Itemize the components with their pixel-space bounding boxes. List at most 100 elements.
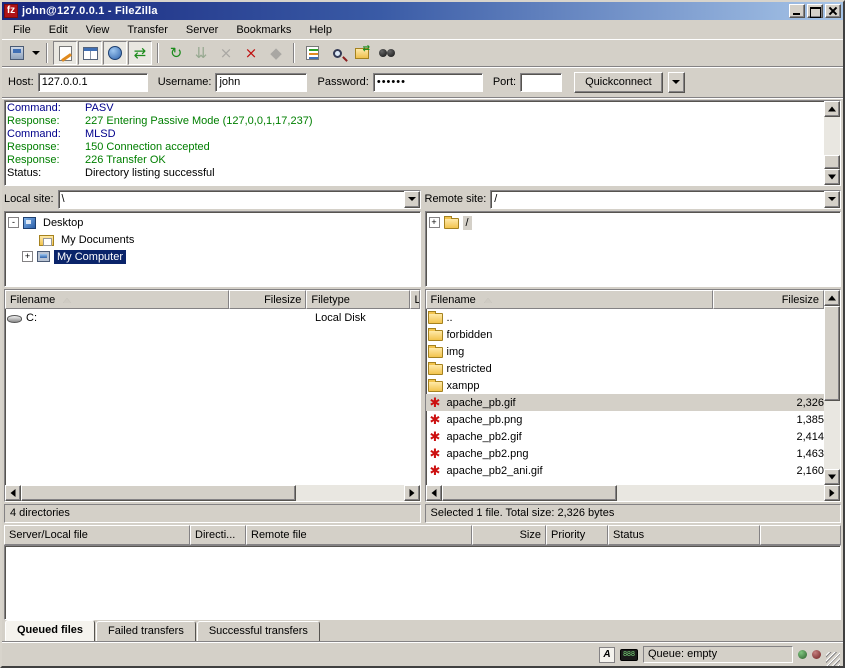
scroll-up-button[interactable]: [824, 290, 840, 306]
maximize-button[interactable]: [807, 4, 823, 18]
menu-view[interactable]: View: [77, 21, 119, 39]
log-scrollbar[interactable]: [824, 101, 840, 185]
username-label: Username:: [158, 76, 212, 88]
file-row[interactable]: ✱apache_pb2.gif2,414: [426, 428, 825, 445]
tree-item-root[interactable]: + /: [429, 214, 840, 231]
toolbar-separator: [293, 43, 295, 63]
tab-queued-files[interactable]: Queued files: [5, 620, 95, 642]
scroll-right-button[interactable]: [824, 485, 840, 501]
scroll-thumb[interactable]: [824, 306, 840, 401]
menu-bookmarks[interactable]: Bookmarks: [227, 21, 300, 39]
column-header-remote-file[interactable]: Remote file: [246, 525, 472, 545]
tree-item-my-documents[interactable]: My Documents: [24, 231, 419, 248]
toggle-message-log-button[interactable]: [53, 41, 77, 65]
titlebar[interactable]: fz john@127.0.0.1 - FileZilla: [2, 2, 843, 20]
password-input[interactable]: [373, 73, 483, 92]
queue-list-area[interactable]: [4, 545, 841, 620]
file-row-c-drive[interactable]: C: Local Disk: [5, 309, 420, 326]
speed-limit-icon[interactable]: 888: [620, 649, 638, 661]
tab-successful-transfers[interactable]: Successful transfers: [197, 621, 320, 642]
message-log: Command:PASV Response:227 Entering Passi…: [4, 100, 841, 186]
local-site-value: \: [59, 191, 404, 208]
disk-drive-icon: [7, 315, 22, 323]
chevron-down-icon[interactable]: [824, 191, 840, 208]
scroll-thumb[interactable]: [824, 155, 840, 169]
menu-transfer[interactable]: Transfer: [118, 21, 177, 39]
scroll-left-button[interactable]: [5, 485, 21, 501]
column-header-filesize[interactable]: Filesize: [713, 290, 825, 309]
scroll-right-button[interactable]: [404, 485, 420, 501]
host-input[interactable]: [38, 73, 148, 92]
password-label: Password:: [317, 76, 368, 88]
synchronized-browsing-button[interactable]: [375, 41, 399, 65]
column-header-status[interactable]: Status: [608, 525, 760, 545]
file-row-selected[interactable]: ✱apache_pb.gif2,326: [426, 394, 825, 411]
menu-help[interactable]: Help: [300, 21, 341, 39]
remote-site-combobox[interactable]: /: [490, 190, 841, 209]
scroll-thumb[interactable]: [21, 485, 296, 501]
site-manager-button[interactable]: [5, 41, 29, 65]
file-row[interactable]: ✱apache_pb.png1,385: [426, 411, 825, 428]
cancel-operation-button[interactable]: ×: [214, 41, 238, 65]
file-row[interactable]: ..: [426, 309, 825, 326]
file-row[interactable]: ✱apache_pb2_ani.gif2,160: [426, 462, 825, 479]
remote-horizontal-scrollbar[interactable]: [426, 485, 841, 501]
search-button[interactable]: [325, 41, 349, 65]
image-file-icon: ✱: [428, 430, 443, 443]
process-queue-icon: ⇊: [195, 46, 208, 61]
column-header-filesize[interactable]: Filesize: [229, 290, 306, 309]
toggle-queue-button[interactable]: ⇄: [128, 41, 152, 65]
file-row[interactable]: xampp: [426, 377, 825, 394]
scroll-down-button[interactable]: [824, 469, 840, 485]
file-row[interactable]: img: [426, 343, 825, 360]
tree-item-my-computer[interactable]: + My Computer: [22, 248, 419, 265]
username-input[interactable]: [215, 73, 307, 92]
file-row[interactable]: restricted: [426, 360, 825, 377]
column-header-size[interactable]: Size: [472, 525, 546, 545]
site-manager-dropdown[interactable]: [30, 42, 41, 64]
file-row[interactable]: forbidden: [426, 326, 825, 343]
column-header-filename[interactable]: Filename: [426, 290, 713, 309]
scroll-left-button[interactable]: [426, 485, 442, 501]
remote-vertical-scrollbar[interactable]: [824, 290, 840, 485]
expand-icon[interactable]: +: [22, 251, 33, 262]
column-header-server-local-file[interactable]: Server/Local file: [4, 525, 190, 545]
tab-failed-transfers[interactable]: Failed transfers: [96, 621, 196, 642]
local-horizontal-scrollbar[interactable]: [5, 485, 420, 501]
close-button[interactable]: [825, 4, 841, 18]
filter-button[interactable]: [300, 41, 324, 65]
scroll-thumb[interactable]: [442, 485, 618, 501]
quickconnect-button[interactable]: Quickconnect: [574, 72, 663, 93]
resize-grip[interactable]: [826, 652, 840, 666]
toggle-local-tree-button[interactable]: [78, 41, 102, 65]
column-header-filetype[interactable]: Filetype: [306, 290, 409, 309]
column-header-last-modified[interactable]: L: [410, 290, 420, 309]
refresh-button[interactable]: ↻: [164, 41, 188, 65]
directory-comparison-button[interactable]: [350, 41, 374, 65]
reconnect-button[interactable]: ◆: [264, 41, 288, 65]
menu-server[interactable]: Server: [177, 21, 227, 39]
tree-item-desktop[interactable]: - Desktop: [8, 214, 419, 231]
scroll-up-button[interactable]: [824, 101, 840, 117]
transfer-type-icon[interactable]: A: [599, 647, 615, 663]
file-row[interactable]: ✱apache_pb2.png1,463: [426, 445, 825, 462]
menu-file[interactable]: File: [4, 21, 40, 39]
column-header-priority[interactable]: Priority: [546, 525, 608, 545]
minimize-button[interactable]: [789, 4, 805, 18]
expand-icon[interactable]: +: [429, 217, 440, 228]
port-input[interactable]: [520, 73, 562, 92]
toggle-remote-tree-button[interactable]: [103, 41, 127, 65]
chevron-down-icon[interactable]: [404, 191, 420, 208]
collapse-icon[interactable]: -: [8, 217, 19, 228]
quickconnect-dropdown[interactable]: [668, 72, 685, 93]
local-site-combobox[interactable]: \: [58, 190, 421, 209]
remote-directory-tree: + /: [425, 211, 842, 287]
disconnect-button[interactable]: ×: [239, 41, 263, 65]
quickconnect-bar: Host: Username: Password: Port: Quickcon…: [2, 67, 843, 98]
synchronized-browsing-icon: [379, 48, 395, 58]
scroll-down-button[interactable]: [824, 169, 840, 185]
column-header-filename[interactable]: Filename: [5, 290, 229, 309]
process-queue-button[interactable]: ⇊: [189, 41, 213, 65]
menu-edit[interactable]: Edit: [40, 21, 77, 39]
column-header-direction[interactable]: Directi...: [190, 525, 246, 545]
